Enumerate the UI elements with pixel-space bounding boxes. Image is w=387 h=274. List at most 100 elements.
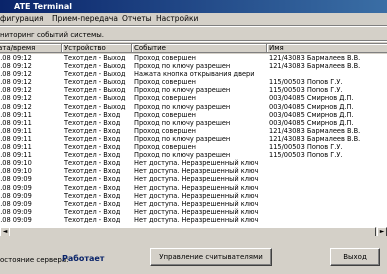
row-device: Техотдел - Вход [64,143,121,152]
row-event: Нажата кнопка открывания двери [134,70,255,79]
row-name: 003/04085 Смирнов Д.П. [269,94,354,103]
table-row[interactable]: 5.08 09:11 Техотдел - Вход Проход совершен… [0,127,387,135]
row-datetime: 5.08 09:11 [0,134,32,143]
row-device: Техотдел - Вход [64,183,121,192]
table-row[interactable]: 5.08 09:12 Техотдел - Выход Проход по ключ… [0,103,387,111]
row-event: Нет доступа. Неразрешенный ключ [134,175,259,184]
table-row[interactable]: 5.08 09:10 Техотдел - Вход Нет доступа. Не… [0,159,387,167]
row-event: Проход по ключу разрешен [134,102,231,111]
table-row[interactable]: 5.08 09:09 Техотдел - Вход Нет доступа. Не… [0,175,387,183]
row-datetime: 5.08 09:10 [0,167,32,176]
row-datetime: 5.08 09:12 [0,86,32,95]
row-datetime: 5.08 09:11 [0,110,32,119]
row-datetime: 5.08 09:12 [0,94,32,103]
table-row[interactable]: 5.08 09:12 Техотдел - Выход Нажата кнопка … [0,70,387,78]
row-event: Проход совершен [134,126,196,135]
horizontal-scrollbar[interactable]: ◄ ► [0,227,387,237]
row-datetime: 5.08 09:09 [0,207,32,216]
row-device: Техотдел - Вход [64,191,121,200]
row-name: 115/00503 Попов Г.У. [269,151,343,160]
row-datetime: 5.08 09:09 [0,175,32,184]
row-name: 115/00503 Попов Г.У. [269,143,343,152]
row-event: Проход по ключу разрешен [134,62,231,71]
table-row[interactable]: 5.08 09:12 Техотдел - Выход Проход соверше… [0,78,387,86]
row-name: 121/43083 Бармалеев В.В. [269,62,361,71]
row-event: Нет доступа. Неразрешенный ключ [134,183,259,192]
row-event: Нет доступа. Неразрешенный ключ [134,199,259,208]
row-event: Проход по ключу разрешен [134,118,231,127]
row-event: Проход совершен [134,54,196,62]
table-row[interactable]: 5.08 09:11 Техотдел - Вход Проход совершен… [0,143,387,151]
column-header: ата/время Устройство Событие Имя [0,44,387,54]
table-row[interactable]: 5.08 09:12 Техотдел - Выход Проход по ключ… [0,62,387,70]
menu-configuration[interactable]: фигурация [0,14,44,24]
exit-button[interactable]: Выход [330,248,380,266]
row-name: 121/43083 Бармалеев В.В. [269,134,361,143]
menu-separator [0,25,387,27]
row-device: Техотдел - Вход [64,126,121,135]
row-name: 115/00503 Попов Г.У. [269,86,343,95]
menu-bar: фигурация Прием-передача Отчеты Настройк… [0,13,387,25]
group-separator [0,40,387,42]
monitor-group-label: ниторинг событий системы. [0,31,104,39]
row-device: Техотдел - Вход [64,151,121,160]
table-row[interactable]: 5.08 09:10 Техотдел - Вход Нет доступа. Не… [0,167,387,175]
row-device: Техотдел - Выход [64,54,126,62]
row-name: 115/00503 Попов Г.У. [269,78,343,87]
table-row[interactable]: 5.08 09:11 Техотдел - Вход Проход по ключу… [0,151,387,159]
row-name: 003/04085 Смирнов Д.П. [269,102,354,111]
table-row[interactable]: 5.08 09:11 Техотдел - Вход Проход по ключу… [0,135,387,143]
row-device: Техотдел - Вход [64,207,121,216]
column-name[interactable]: Имя [267,44,387,53]
table-row[interactable]: 5.08 09:09 Техотдел - Вход Нет доступа. Не… [0,216,387,224]
table-row[interactable]: 5.08 09:09 Техотдел - Вход Нет доступа. Не… [0,192,387,200]
row-datetime: 5.08 09:11 [0,118,32,127]
table-row[interactable]: 5.08 09:09 Техотдел - Вход Нет доступа. Не… [0,184,387,192]
table-row[interactable]: 5.08 09:12 Техотдел - Выход Проход соверше… [0,94,387,102]
row-datetime: 5.08 09:11 [0,143,32,152]
row-name [269,192,387,200]
row-event: Проход по ключу разрешен [134,86,231,95]
row-datetime: 5.08 09:10 [0,159,32,168]
row-device: Техотдел - Вход [64,134,121,143]
row-datetime: 5.08 09:09 [0,199,32,208]
column-datetime[interactable]: ата/время [0,44,62,53]
row-device: Техотдел - Вход [64,110,121,119]
table-row[interactable]: 5.08 09:09 Техотдел - Вход Нет доступа. Не… [0,208,387,216]
row-event: Нет доступа. Неразрешенный ключ [134,167,259,176]
row-name: 121/43083 Бармалеев В.В. [269,54,361,62]
row-device: Техотдел - Вход [64,175,121,184]
column-device[interactable]: Устройство [62,44,132,53]
manage-readers-button[interactable]: Управление считывателями [150,248,272,266]
table-row[interactable]: 5.08 09:11 Техотдел - Вход Проход совершен… [0,111,387,119]
row-datetime: 5.08 09:12 [0,70,32,79]
title-bar: ATE Terminal [0,0,387,13]
table-row[interactable]: 5.08 09:11 Техотдел - Вход Проход по ключу… [0,119,387,127]
row-device: Техотдел - Вход [64,199,121,208]
row-device: Техотдел - Вход [64,118,121,127]
row-datetime: 5.08 09:12 [0,54,32,62]
row-datetime: 5.08 09:11 [0,126,32,135]
row-name: 121/43083 Бармалеев В.В. [269,126,361,135]
events-list[interactable]: ата/время Устройство Событие Имя 5.08 09… [0,43,387,229]
menu-transfer[interactable]: Прием-передача [52,14,118,24]
row-datetime: 5.08 09:12 [0,62,32,71]
row-device: Техотдел - Выход [64,94,126,103]
menu-reports[interactable]: Отчеты [122,14,152,24]
window-title: ATE Terminal [14,2,72,11]
menu-settings[interactable]: Настройки [156,14,198,24]
row-datetime: 5.08 09:09 [0,215,32,224]
row-name [269,167,387,175]
column-event[interactable]: Событие [132,44,267,53]
events-rows: 5.08 09:12 Техотдел - Выход Проход соверше… [0,54,387,224]
row-name [269,159,387,167]
table-row[interactable]: 5.08 09:12 Техотдел - Выход Проход по ключ… [0,86,387,94]
row-name: 003/04085 Смирнов Д.П. [269,110,354,119]
table-row[interactable]: 5.08 09:12 Техотдел - Выход Проход соверше… [0,54,387,62]
row-device: Техотдел - Вход [64,159,121,168]
table-row[interactable]: 5.08 09:09 Техотдел - Вход Нет доступа. Не… [0,200,387,208]
status-bar: остояние сервера: Работает Управление сч… [0,236,387,274]
row-event: Проход совершен [134,143,196,152]
row-device: Техотдел - Вход [64,215,121,224]
server-status-value: Работает [62,254,105,263]
